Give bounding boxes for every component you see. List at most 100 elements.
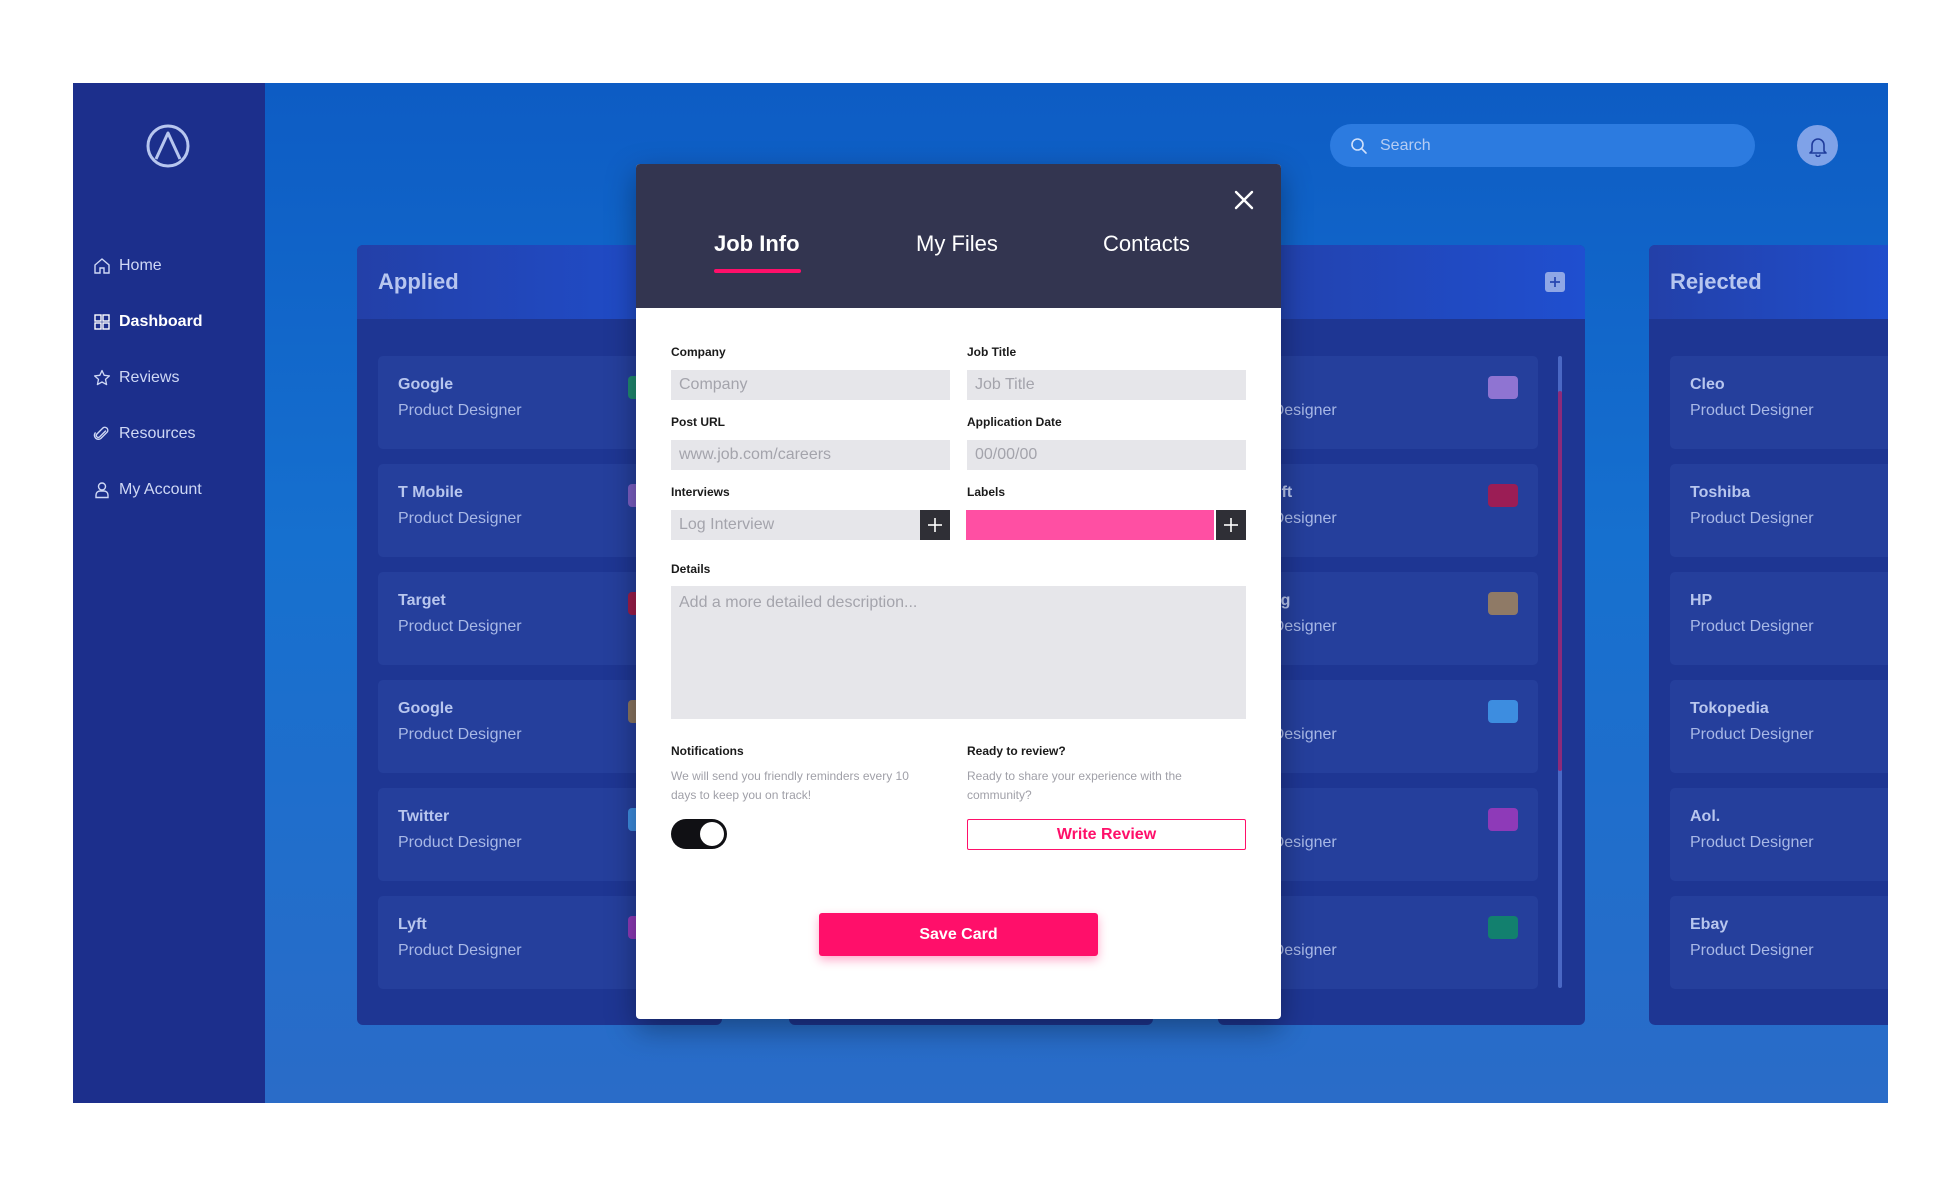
user-icon <box>95 482 109 499</box>
bell-icon <box>1808 137 1827 157</box>
card-company: Google <box>398 700 454 717</box>
details-field[interactable] <box>671 586 1246 719</box>
company-field[interactable] <box>671 370 950 400</box>
paperclip-icon <box>93 426 109 440</box>
write-review-button[interactable]: Write Review <box>967 819 1246 850</box>
job-card[interactable]: Twitter Product Designer <box>378 788 678 881</box>
sidebar-item-label: Reviews <box>119 369 180 386</box>
save-card-button[interactable]: Save Card <box>819 913 1098 956</box>
active-tab-indicator <box>714 269 801 273</box>
job-card[interactable]: Lyft Product Designer <box>378 896 678 989</box>
card-role: Product Designer <box>1690 942 1814 959</box>
label-tag <box>1488 916 1518 939</box>
scrollbar-thumb[interactable] <box>1558 391 1562 771</box>
card-company: Toshiba <box>1690 484 1751 501</box>
job-card[interactable]: Tokopedia Product Designer <box>1670 680 1888 773</box>
application-date-label: Application Date <box>967 415 1062 429</box>
star-icon <box>93 369 111 386</box>
card-company: HP <box>1690 592 1713 609</box>
card-role: Product Designer <box>398 726 522 743</box>
job-card[interactable]: HP Product Designer <box>1670 572 1888 665</box>
dashboard-icon <box>94 314 110 330</box>
application-date-field[interactable] <box>967 440 1246 470</box>
column-rejected: Rejected Cleo Product Designer Toshiba P… <box>1649 245 1888 1025</box>
logo-icon[interactable] <box>145 123 191 169</box>
add-interview-button[interactable] <box>920 510 950 540</box>
company-label: Company <box>671 345 726 359</box>
column-title: Rejected <box>1649 245 1888 319</box>
card-company: Tokopedia <box>1690 700 1769 717</box>
sidebar-item-label: Home <box>119 257 162 274</box>
job-title-label: Job Title <box>967 345 1017 359</box>
job-card[interactable]: T Mobile Product Designer <box>378 464 678 557</box>
card-role: Product Designer <box>398 510 522 527</box>
job-card-modal: Job Info My Files Contacts Company Job T… <box>636 164 1281 1019</box>
sidebar: Home Dashboard Reviews Resources My Acco… <box>73 83 265 1103</box>
card-role: Product Designer <box>398 618 522 635</box>
add-card-icon[interactable] <box>1545 272 1565 292</box>
close-icon[interactable] <box>1232 188 1256 212</box>
card-role: Product Designer <box>1690 402 1814 419</box>
toggle-knob <box>700 822 724 846</box>
label-color-selector[interactable] <box>966 510 1214 540</box>
scrollbar-track[interactable] <box>1558 356 1562 988</box>
plus-icon <box>1224 518 1238 532</box>
card-role: Product Designer <box>398 834 522 851</box>
card-role: Product Designer <box>398 942 522 959</box>
card-role: Product Designer <box>1690 510 1814 527</box>
job-card[interactable]: Google Product Designer <box>378 680 678 773</box>
plus-icon <box>928 518 942 532</box>
notifications-description: We will send you friendly reminders ever… <box>671 769 909 802</box>
notifications-button[interactable] <box>1797 125 1838 166</box>
tab-contacts[interactable]: Contacts <box>1103 231 1190 257</box>
card-company: Cleo <box>1690 376 1725 393</box>
card-company: Aol. <box>1690 808 1721 825</box>
job-card[interactable]: Cleo Product Designer <box>1670 356 1888 449</box>
card-company: Lyft <box>398 916 427 933</box>
post-url-field[interactable] <box>671 440 950 470</box>
notifications-label: Notifications <box>671 744 744 758</box>
card-role: Product Designer <box>1690 726 1814 743</box>
label-tag <box>1488 808 1518 831</box>
labels-label: Labels <box>967 485 1006 499</box>
card-role: Product Designer <box>398 402 522 419</box>
card-company: Google <box>398 376 454 393</box>
sidebar-item-home[interactable]: Home <box>93 253 162 279</box>
notifications-toggle[interactable] <box>671 819 727 849</box>
card-company: Ebay <box>1690 916 1729 933</box>
review-description: Ready to share your experience with the … <box>967 769 1182 802</box>
interviews-label: Interviews <box>671 485 730 499</box>
search-bar[interactable] <box>1330 124 1755 167</box>
card-company: Twitter <box>398 808 450 825</box>
label-tag <box>1488 376 1518 399</box>
search-input[interactable] <box>1380 136 1720 155</box>
label-tag <box>1488 484 1518 507</box>
job-card[interactable]: Ebay Product Designer <box>1670 896 1888 989</box>
label-tag <box>1488 700 1518 723</box>
card-company: Target <box>398 592 446 609</box>
sidebar-item-label: Resources <box>119 425 196 442</box>
modal-header: Job Info My Files Contacts <box>636 164 1281 308</box>
sidebar-item-resources[interactable]: Resources <box>93 421 195 447</box>
job-card[interactable]: Target Product Designer <box>378 572 678 665</box>
tab-job-info[interactable]: Job Info <box>714 231 800 257</box>
tab-my-files[interactable]: My Files <box>916 231 998 257</box>
post-url-label: Post URL <box>671 415 725 429</box>
sidebar-item-label: My Account <box>119 481 202 498</box>
job-card[interactable]: Google Product Designer <box>378 356 678 449</box>
card-role: Product Designer <box>1690 618 1814 635</box>
sidebar-item-dashboard[interactable]: Dashboard <box>93 309 203 335</box>
sidebar-item-my-account[interactable]: My Account <box>93 477 202 503</box>
add-label-button[interactable] <box>1216 510 1246 540</box>
details-label: Details <box>671 562 711 576</box>
search-icon <box>1351 137 1367 154</box>
job-card[interactable]: Aol. Product Designer <box>1670 788 1888 881</box>
review-label: Ready to review? <box>967 744 1066 758</box>
sidebar-item-reviews[interactable]: Reviews <box>93 365 179 391</box>
home-icon <box>94 258 110 274</box>
job-title-field[interactable] <box>967 370 1246 400</box>
interviews-field[interactable] <box>671 510 920 540</box>
job-card[interactable]: Toshiba Product Designer <box>1670 464 1888 557</box>
card-company: T Mobile <box>398 484 463 501</box>
label-tag <box>1488 592 1518 615</box>
